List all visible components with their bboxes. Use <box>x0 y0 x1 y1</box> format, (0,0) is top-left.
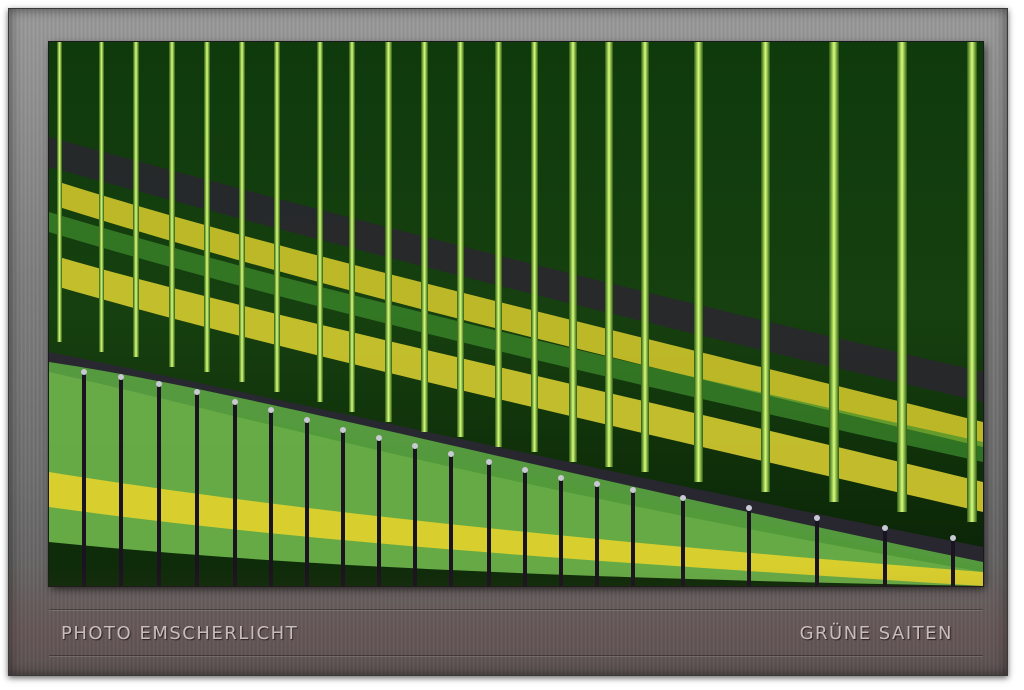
string <box>274 42 280 392</box>
divider-line <box>49 609 983 610</box>
string <box>349 42 355 412</box>
string <box>897 42 907 512</box>
string <box>605 42 613 467</box>
photo-artwork <box>49 42 983 586</box>
brushed-metal-frame: PHOTO EMSCHERLICHT GRÜNE SAITEN <box>8 8 1008 676</box>
string <box>317 42 323 402</box>
string <box>169 42 175 367</box>
photo-title: GRÜNE SAITEN <box>799 623 953 644</box>
string <box>641 42 649 472</box>
string <box>99 42 104 352</box>
string <box>239 42 245 382</box>
string <box>57 42 62 342</box>
string <box>457 42 464 437</box>
string <box>495 42 502 447</box>
photo-green-strings <box>49 42 983 586</box>
string <box>694 42 703 482</box>
string <box>133 42 139 357</box>
string <box>385 42 392 422</box>
photographer-credit: PHOTO EMSCHERLICHT <box>61 623 299 644</box>
string <box>531 42 538 452</box>
string <box>421 42 428 432</box>
divider-line <box>49 655 983 656</box>
string <box>829 42 839 502</box>
string <box>761 42 770 492</box>
string <box>204 42 210 372</box>
string <box>967 42 977 522</box>
string <box>569 42 577 462</box>
